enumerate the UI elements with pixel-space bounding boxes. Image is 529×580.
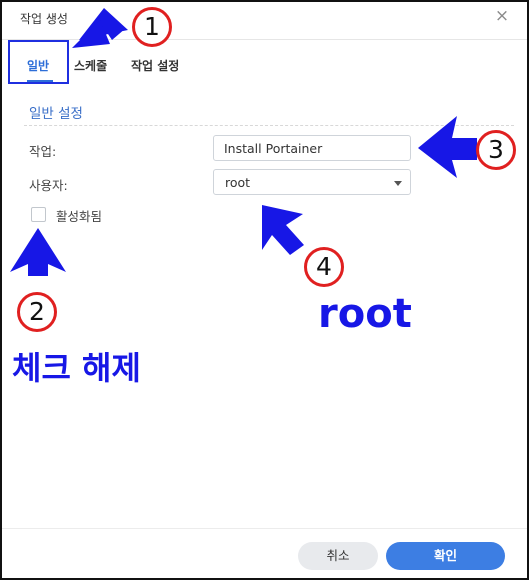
confirm-button[interactable]: 확인	[386, 542, 505, 570]
tab-schedule[interactable]: 스케줄	[74, 57, 107, 74]
tab-general[interactable]: 일반	[27, 57, 49, 74]
task-name-input[interactable]	[214, 136, 410, 160]
chevron-down-icon	[394, 181, 402, 186]
uncheck-annotation: 체크 해제	[12, 349, 141, 387]
user-select-value: root	[225, 175, 251, 190]
tabs-divider	[2, 39, 527, 40]
section-title: 일반 설정	[29, 106, 83, 122]
task-name-field[interactable]	[213, 135, 411, 161]
enabled-label: 활성화됨	[56, 209, 103, 224]
task-label: 작업:	[29, 144, 57, 159]
footer-divider	[2, 528, 527, 529]
root-annotation: root	[318, 291, 412, 337]
create-task-dialog	[0, 0, 529, 580]
cancel-button[interactable]: 취소	[298, 542, 378, 570]
user-select[interactable]: root	[213, 169, 411, 195]
marker-1: 1	[132, 7, 172, 47]
dialog-title: 작업 생성	[20, 12, 68, 26]
enabled-checkbox[interactable]	[31, 207, 46, 222]
tab-active-underline	[27, 80, 53, 82]
user-label: 사용자:	[29, 178, 68, 193]
section-divider	[24, 125, 514, 126]
marker-4: 4	[304, 247, 344, 287]
tab-task-settings[interactable]: 작업 설정	[131, 57, 179, 74]
close-icon[interactable]: ×	[494, 8, 510, 25]
marker-3: 3	[476, 130, 516, 170]
marker-2: 2	[17, 292, 57, 332]
